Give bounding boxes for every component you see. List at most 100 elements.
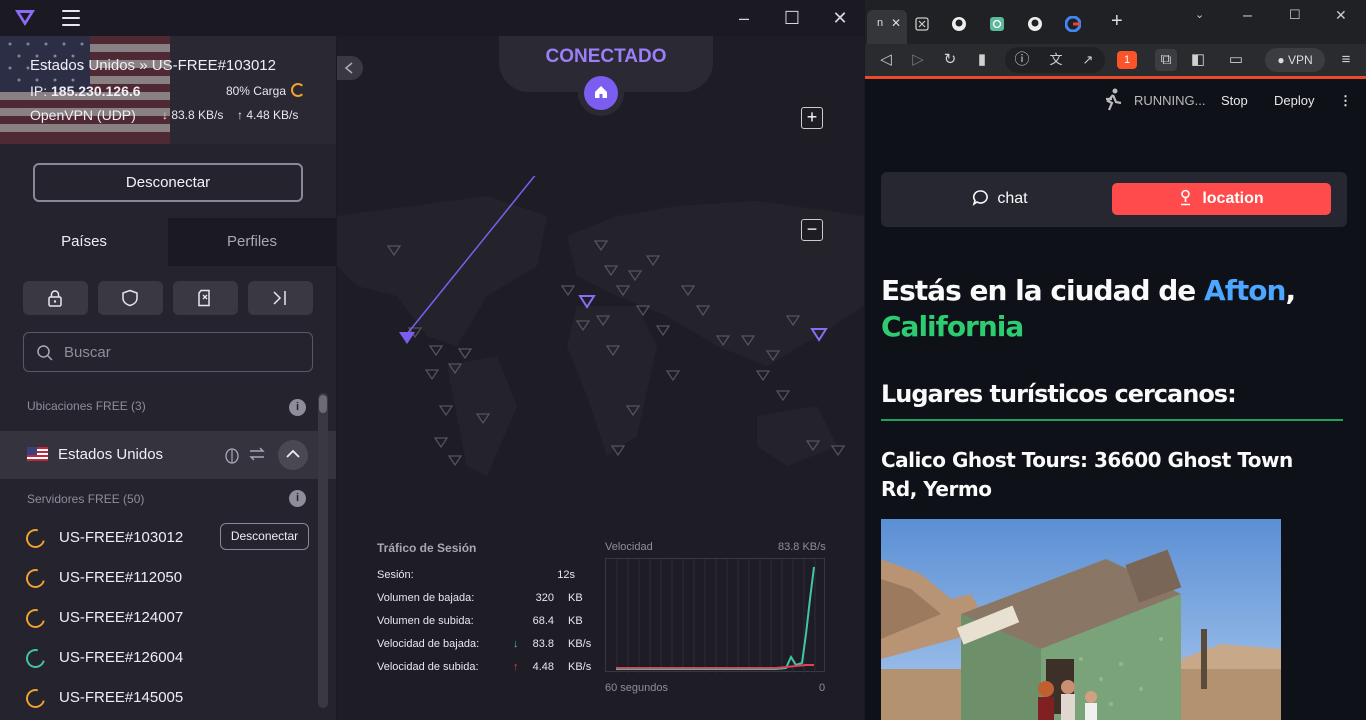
vpn-label: VPN [1287, 53, 1313, 67]
tab-strip: n ✕ + ⌄ – ☐ ✕ [865, 0, 1366, 44]
new-tab-button[interactable]: + [1111, 10, 1129, 38]
search-icon [37, 345, 53, 361]
zoom-out-button[interactable]: − [801, 219, 823, 241]
stat-label: Velocidad de bajada: [377, 638, 480, 650]
browser-tab[interactable] [951, 10, 973, 38]
deploy-button[interactable]: Deploy [1274, 93, 1314, 108]
graph-max: 83.8 KB/s [778, 541, 826, 553]
tab-search-icon[interactable]: ⌄ [1195, 8, 1211, 36]
collapse-sidebar-button[interactable] [337, 56, 363, 80]
forward-icon[interactable]: ▷ [907, 49, 929, 71]
free-locations-header: Ubicaciones FREE (3) [27, 399, 146, 413]
browser-tab[interactable] [915, 10, 937, 38]
stop-button[interactable]: Stop [1221, 93, 1248, 108]
collapse-button[interactable] [278, 440, 308, 470]
place-title: Calico Ghost Tours: 36600 Ghost Town Rd,… [881, 448, 1293, 501]
download-speed: ↓ 83.8 KB/s [162, 108, 224, 122]
tab-title: n [877, 17, 884, 29]
browser-window: n ✕ + ⌄ – ☐ ✕ ◁ ▷ ↻ ▮ ⓘ 文 ↗ 1 ⧉ ◧ ▭ ● VP… [865, 0, 1366, 720]
search-input[interactable] [64, 342, 304, 362]
info-icon[interactable]: i [289, 399, 306, 416]
server-row[interactable]: US-FREE#112050 [0, 558, 320, 598]
filter-secure-core-button[interactable] [23, 281, 88, 315]
server-name: US-FREE#126004 [59, 649, 184, 666]
browser-tab-active[interactable]: n ✕ [867, 10, 907, 44]
app-tab-icon [915, 17, 929, 31]
github-icon [952, 17, 966, 31]
extensions-icon[interactable]: ⧉ [1155, 49, 1177, 71]
reload-icon[interactable]: ↻ [939, 49, 961, 71]
browser-tab[interactable] [1064, 10, 1087, 38]
mode-selector: chat location [881, 172, 1347, 227]
translate-icon[interactable]: 文 [1045, 49, 1067, 71]
chat-label: chat [997, 190, 1028, 207]
maximize-icon[interactable]: ☐ [1289, 7, 1305, 35]
location-button[interactable]: location [1112, 183, 1331, 215]
ip-address: 185.230.126.6 [51, 83, 141, 99]
vpn-window: – ☐ ✕ Estados Unidos » US-FREE#103012 IP… [0, 0, 864, 720]
minimize-icon[interactable]: – [732, 6, 756, 30]
server-disconnect-button[interactable]: Desconectar [220, 523, 309, 550]
server-row[interactable]: US-FREE#145005 [0, 678, 320, 718]
browser-toolbar: ◁ ▷ ↻ ▮ ⓘ 文 ↗ 1 ⧉ ◧ ▭ ● VPN ≡ [865, 44, 1366, 76]
maximize-icon[interactable]: ☐ [780, 6, 804, 30]
info-icon[interactable]: i [289, 490, 306, 507]
city-name: Afton [1204, 274, 1286, 307]
browser-menu-icon[interactable]: ≡ [1335, 49, 1357, 71]
city-heading: Estás en la ciudad de Afton, California [881, 273, 1351, 345]
share-icon[interactable]: ↗ [1077, 49, 1099, 71]
server-row[interactable]: US-FREE#126004 [0, 638, 320, 678]
place-photo [881, 519, 1281, 720]
server-name: US-FREE#145005 [59, 689, 184, 706]
stat-unit: KB/s [568, 661, 592, 673]
country-name: Estados Unidos [58, 446, 164, 463]
chat-button[interactable]: chat [891, 183, 1109, 215]
close-icon[interactable]: ✕ [1335, 7, 1351, 35]
extension-badge: 1 [1123, 54, 1131, 66]
site-info-icon[interactable]: ⓘ [1011, 49, 1033, 71]
vpn-button[interactable]: ● VPN [1265, 48, 1325, 72]
tab-paises[interactable]: Países [0, 218, 168, 266]
load-ring-icon [22, 685, 49, 712]
more-options-icon[interactable]: ⋮ [1339, 93, 1352, 109]
tab-perfiles[interactable]: Perfiles [168, 218, 336, 266]
sidebar-scrollbar[interactable] [318, 393, 328, 708]
server-row[interactable]: US-FREE#103012 Desconectar [0, 518, 320, 558]
address-bar[interactable]: ⓘ 文 ↗ [1005, 47, 1105, 73]
map-area[interactable]: CONECTADO + − Tráfico de Sesión Sesión: … [337, 36, 864, 720]
us-flag-icon [27, 447, 48, 461]
connection-panel: Estados Unidos » US-FREE#103012 IP: 185.… [0, 36, 336, 144]
browser-tab[interactable] [989, 10, 1011, 38]
stat-unit: KB/s [568, 638, 592, 650]
download-speed-value: 83.8 KB/s [171, 108, 224, 122]
load-ring-icon [22, 565, 49, 592]
stat-label: Velocidad de subida: [377, 661, 479, 673]
ip-label: IP: [30, 83, 48, 99]
nearby-heading: Lugares turísticos cercanos: [881, 380, 1237, 408]
back-icon[interactable]: ◁ [875, 49, 897, 71]
filter-tor-button[interactable] [248, 281, 313, 315]
sidebar-icon[interactable]: ◧ [1187, 49, 1209, 71]
filter-p2p-button[interactable] [173, 281, 238, 315]
disconnect-button[interactable]: Desconectar [33, 163, 303, 202]
bookmark-icon[interactable]: ▮ [971, 49, 993, 71]
github-icon [1028, 17, 1042, 31]
filter-netshield-button[interactable] [98, 281, 163, 315]
home-location-icon[interactable] [584, 76, 618, 110]
server-load: 80% Carga [225, 84, 286, 98]
minimize-icon[interactable]: – [1243, 7, 1259, 35]
server-row[interactable]: US-FREE#124007 [0, 598, 320, 638]
wallet-icon[interactable]: ▭ [1225, 49, 1247, 71]
country-row-estados-unidos[interactable]: Estados Unidos [0, 431, 336, 479]
document-icon [198, 289, 210, 307]
brave-shield-icon[interactable]: 1 [1117, 51, 1137, 69]
stat-unit: KB [568, 592, 583, 604]
menu-icon[interactable] [62, 10, 80, 26]
close-icon[interactable]: ✕ [828, 6, 852, 30]
speed-graph [605, 558, 825, 673]
browser-tab[interactable] [1027, 10, 1049, 38]
stat-label: Sesión: [377, 569, 414, 581]
zoom-in-button[interactable]: + [801, 107, 823, 129]
tab-close-icon[interactable]: ✕ [891, 16, 901, 30]
server-name: US-FREE#112050 [59, 569, 183, 586]
